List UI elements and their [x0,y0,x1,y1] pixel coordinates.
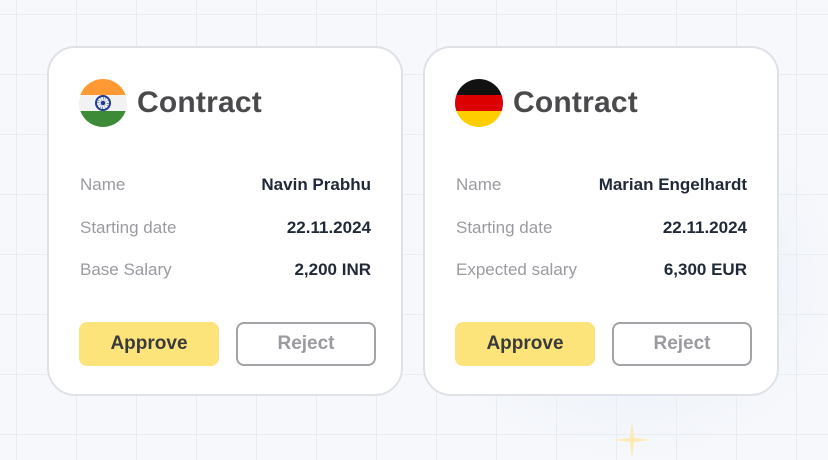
approve-button[interactable]: Approve [79,322,219,366]
detail-row-starting-date: Starting date 22.11.2024 [456,207,747,250]
sparkle-icon [614,422,650,458]
flag-stripe-green [79,110,127,127]
detail-value: 2,200 INR [294,260,371,280]
germany-flag-icon [455,79,503,127]
card-actions: Approve Reject [79,322,376,366]
flag-stripe-gold [455,110,503,127]
flag-stripe-saffron [79,79,127,96]
detail-label: Name [80,175,126,195]
detail-value: 22.11.2024 [662,217,747,237]
contract-details: Name Navin Prabhu Starting date 22.11.20… [80,164,371,292]
card-title: Contract [137,86,262,119]
detail-value: 22.11.2024 [286,217,371,237]
card-header: Contract [455,78,638,128]
card-header: Contract [79,78,262,128]
ashoka-chakra-icon [95,95,111,111]
detail-label: Name [456,175,502,195]
approve-button[interactable]: Approve [455,322,595,366]
detail-value: 6,300 EUR [663,260,747,280]
detail-label: Expected salary [456,260,577,280]
india-flag-icon [79,79,127,127]
flag-stripe-black [455,79,503,96]
contract-details: Name Marian Engelhardt Starting date 22.… [456,164,747,292]
detail-row-salary: Expected salary 6,300 EUR [456,249,747,292]
card-title: Contract [513,86,638,119]
reject-button[interactable]: Reject [236,322,376,366]
detail-row-name: Name Marian Engelhardt [456,164,747,207]
detail-label: Starting date [456,217,553,237]
detail-row-name: Name Navin Prabhu [80,164,371,207]
detail-row-starting-date: Starting date 22.11.2024 [80,207,371,250]
detail-value: Navin Prabhu [261,175,371,195]
detail-label: Base Salary [80,260,172,280]
detail-label: Starting date [80,217,177,237]
reject-button[interactable]: Reject [612,322,752,366]
contract-card-germany: Contract Name Marian Engelhardt Starting… [423,46,779,396]
detail-value: Marian Engelhardt [598,175,747,195]
contract-card-india: Contract Name Navin Prabhu Starting date… [47,46,403,396]
detail-row-salary: Base Salary 2,200 INR [80,249,371,292]
card-actions: Approve Reject [455,322,752,366]
flag-stripe-red [455,94,503,112]
